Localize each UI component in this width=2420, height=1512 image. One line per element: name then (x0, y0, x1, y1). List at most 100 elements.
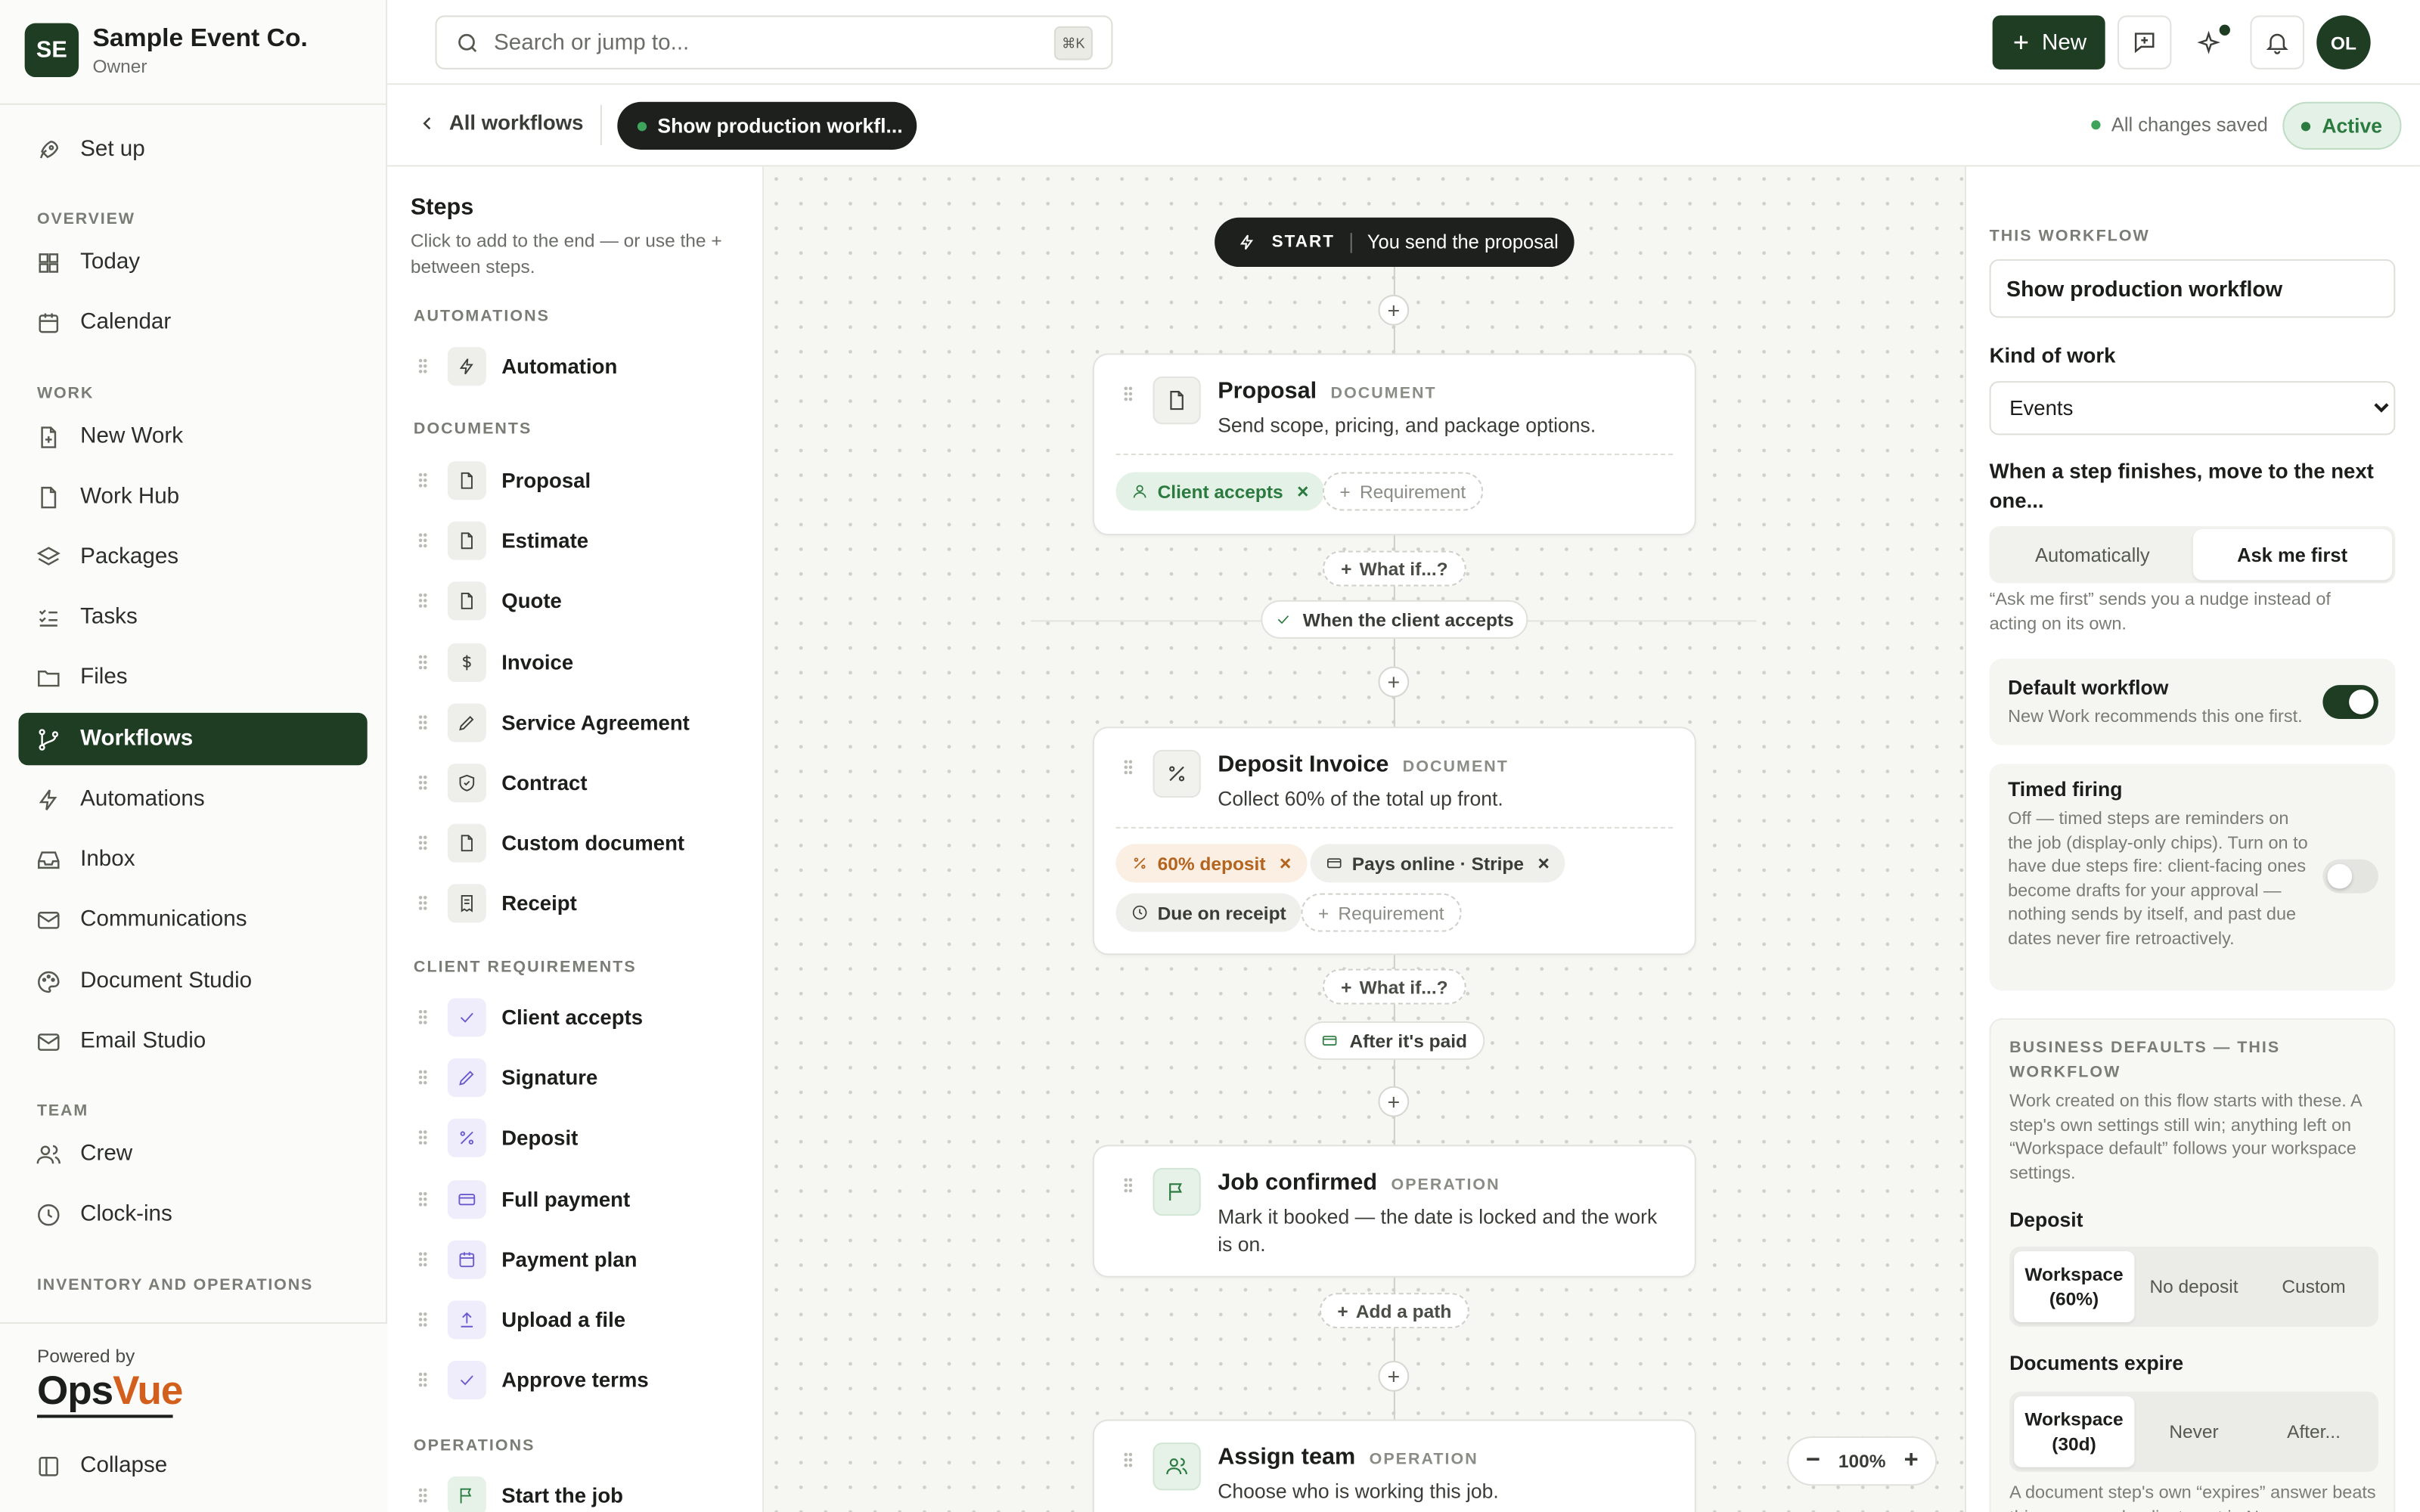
option-no-deposit[interactable]: No deposit (2134, 1251, 2254, 1322)
drag-handle-icon[interactable] (1123, 1452, 1133, 1467)
step-start-job[interactable]: Start the job (418, 1473, 623, 1512)
step-contract[interactable]: Contract (418, 761, 588, 804)
remove-icon[interactable]: × (1297, 480, 1308, 503)
drag-handle-icon[interactable] (418, 1371, 428, 1387)
due-chip[interactable]: Due on receipt (1115, 893, 1302, 932)
condition-pill[interactable]: When the client accepts (1261, 600, 1528, 639)
drag-handle-icon[interactable] (418, 1069, 428, 1085)
ai-button[interactable] (2183, 15, 2238, 70)
step-signature[interactable]: Signature (418, 1055, 597, 1098)
option-workspace-expire[interactable]: Workspace (30d) (2014, 1396, 2134, 1467)
drag-handle-icon[interactable] (418, 1487, 428, 1503)
add-requirement-button[interactable]: + Requirement (1301, 893, 1462, 932)
add-requirement-button[interactable]: + Requirement (1322, 472, 1483, 511)
drag-handle-icon[interactable] (418, 1251, 428, 1267)
remove-icon[interactable]: × (1280, 852, 1291, 875)
step-receipt[interactable]: Receipt (418, 881, 577, 924)
step-full-payment[interactable]: Full payment (418, 1177, 630, 1220)
sidebar-item-work-hub[interactable]: Work Hub (18, 470, 367, 522)
sidebar-item-files[interactable]: Files (18, 651, 367, 703)
sidebar-item-workflows[interactable]: Workflows (18, 712, 368, 766)
step-card-proposal[interactable]: Proposal DOCUMENT Send scope, pricing, an… (1092, 353, 1696, 536)
feedback-button[interactable] (2117, 15, 2172, 70)
search-box[interactable]: ⌘K (435, 15, 1113, 70)
drag-handle-icon[interactable] (418, 654, 428, 670)
insert-step-button[interactable]: + (1378, 294, 1410, 326)
step-automation[interactable]: Automation (418, 344, 617, 387)
drag-handle-icon[interactable] (1123, 386, 1133, 401)
requirement-chip[interactable]: 60% deposit × (1115, 844, 1307, 883)
default-workflow-toggle[interactable] (2322, 685, 2378, 720)
what-if-button[interactable]: + What if...? (1322, 968, 1466, 1005)
step-approve-terms[interactable]: Approve terms (418, 1358, 649, 1401)
drag-handle-icon[interactable] (418, 592, 428, 609)
step-payment-plan[interactable]: Payment plan (418, 1238, 637, 1281)
drag-handle-icon[interactable] (418, 894, 428, 911)
insert-step-button[interactable]: + (1378, 1086, 1410, 1117)
sidebar-item-today[interactable]: Today (18, 236, 367, 288)
back-to-workflows[interactable]: All workflows (418, 111, 583, 135)
step-custom-document[interactable]: Custom document (418, 821, 684, 864)
option-never[interactable]: Never (2134, 1396, 2254, 1467)
step-service-agreement[interactable]: Service Agreement (418, 701, 690, 744)
drag-handle-icon[interactable] (418, 835, 428, 850)
step-card-job-confirmed[interactable]: Job confirmed OPERATION Mark it booked — … (1092, 1145, 1696, 1278)
sidebar-item-new-work[interactable]: New Work (18, 411, 367, 463)
insert-step-button[interactable]: + (1378, 666, 1410, 698)
drag-handle-icon[interactable] (1123, 759, 1133, 775)
sidebar-item-crew[interactable]: Crew (18, 1128, 367, 1180)
zoom-out-button[interactable]: − (1806, 1447, 1820, 1475)
step-quote[interactable]: Quote (418, 578, 562, 621)
sidebar-item-calendar[interactable]: Calendar (18, 296, 367, 349)
drag-handle-icon[interactable] (418, 1129, 428, 1145)
workflow-name-input[interactable] (1989, 259, 2396, 318)
step-deposit[interactable]: Deposit (418, 1115, 578, 1158)
add-path-button[interactable]: + Add a path (1319, 1293, 1469, 1329)
drag-handle-icon[interactable] (418, 1009, 428, 1025)
search-input[interactable] (494, 29, 1035, 55)
sidebar-item-inbox[interactable]: Inbox (18, 833, 367, 885)
drag-handle-icon[interactable] (418, 472, 428, 488)
step-card-assign-team[interactable]: Assign team OPERATION Choose who is worki… (1092, 1419, 1696, 1512)
drag-handle-icon[interactable] (418, 1311, 428, 1328)
collapse-button[interactable]: Collapse (18, 1439, 367, 1492)
zoom-in-button[interactable]: + (1904, 1447, 1919, 1475)
sidebar-item-setup[interactable]: Set up (18, 123, 367, 175)
option-custom[interactable]: Custom (2254, 1251, 2374, 1322)
workflow-name-pill[interactable]: Show production workfl... (617, 101, 917, 150)
timed-firing-toggle[interactable] (2322, 859, 2378, 894)
condition-pill[interactable]: After it's paid (1304, 1021, 1485, 1061)
remove-icon[interactable]: × (1537, 852, 1549, 875)
sidebar-item-clock-ins[interactable]: Clock-ins (18, 1188, 367, 1240)
new-button[interactable]: New (1992, 15, 2105, 70)
drag-handle-icon[interactable] (418, 1191, 428, 1207)
drag-handle-icon[interactable] (1123, 1177, 1133, 1193)
option-ask-me-first[interactable]: Ask me first (2192, 528, 2393, 581)
drag-handle-icon[interactable] (418, 714, 428, 730)
sidebar-item-packages[interactable]: Packages (18, 531, 367, 583)
drag-handle-icon[interactable] (418, 774, 428, 790)
drag-handle-icon[interactable] (418, 532, 428, 548)
sidebar-item-automations[interactable]: Automations (18, 773, 367, 825)
step-card-deposit-invoice[interactable]: Deposit Invoice DOCUMENT Collect 60% of t… (1092, 727, 1696, 956)
user-avatar[interactable]: OL (2316, 15, 2371, 70)
insert-step-button[interactable]: + (1378, 1360, 1410, 1392)
option-after[interactable]: After... (2254, 1396, 2374, 1467)
notifications-button[interactable] (2250, 15, 2304, 70)
step-proposal[interactable]: Proposal (418, 458, 591, 501)
status-badge[interactable]: Active (2282, 101, 2402, 150)
drag-handle-icon[interactable] (418, 358, 428, 373)
kind-of-work-select[interactable]: Events (1989, 381, 2396, 435)
step-invoice[interactable]: Invoice (418, 640, 573, 683)
requirement-chip[interactable]: Pays online · Stripe × (1310, 844, 1565, 883)
sidebar-item-email-studio[interactable]: Email Studio (18, 1015, 367, 1067)
sidebar-item-tasks[interactable]: Tasks (18, 591, 367, 643)
org-switcher[interactable]: SE Sample Event Co. Owner (24, 23, 308, 78)
step-estimate[interactable]: Estimate (418, 519, 588, 562)
step-upload-file[interactable]: Upload a file (418, 1297, 625, 1340)
step-client-accepts[interactable]: Client accepts (418, 995, 643, 1038)
option-workspace-deposit[interactable]: Workspace (60%) (2014, 1251, 2134, 1322)
option-automatically[interactable]: Automatically (1993, 529, 2192, 580)
start-node[interactable]: START You send the proposal (1215, 217, 1575, 268)
what-if-button[interactable]: + What if...? (1322, 550, 1466, 587)
